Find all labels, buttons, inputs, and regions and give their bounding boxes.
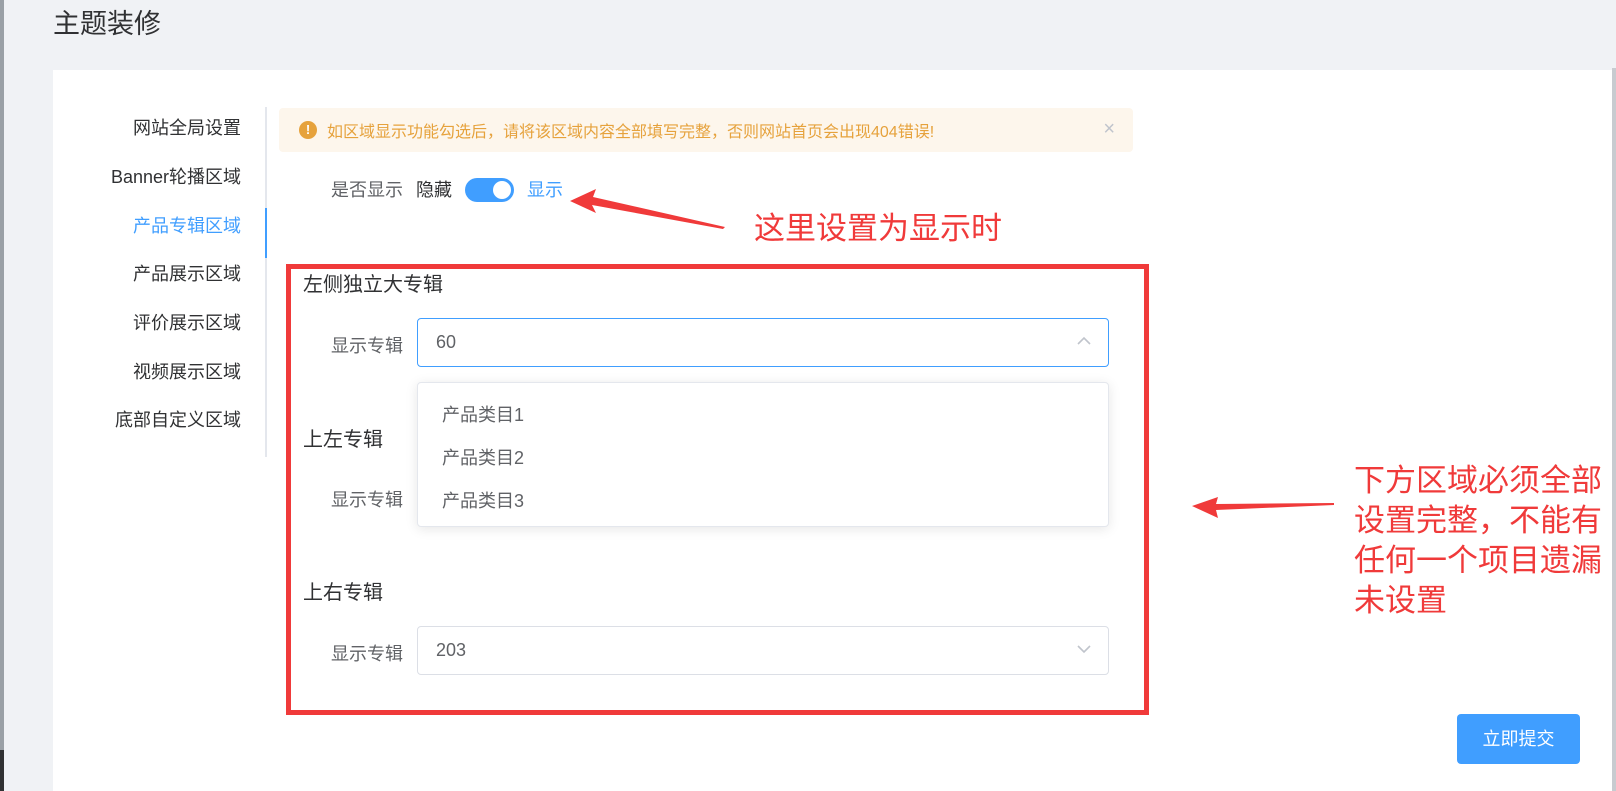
switch-on-text[interactable]: 显示 bbox=[527, 176, 563, 202]
field-label-album-3: 显示专辑 bbox=[331, 644, 403, 664]
sidebar-nav: 网站全局设置 Banner轮播区域 产品专辑区域 产品展示区域 评价展示区域 视… bbox=[53, 107, 267, 457]
field-label-album-2: 显示专辑 bbox=[331, 490, 403, 510]
chevron-up-icon bbox=[1077, 336, 1091, 345]
annotation-top-text: 这里设置为显示时 bbox=[754, 211, 1002, 246]
section-title-top-left-album: 上左专辑 bbox=[303, 429, 383, 451]
switch-off-text[interactable]: 隐藏 bbox=[416, 176, 452, 202]
sidebar-item-global-settings[interactable]: 网站全局设置 bbox=[133, 103, 241, 153]
dropdown-option[interactable]: 产品类目3 bbox=[442, 487, 524, 513]
album-select-3[interactable]: 203 bbox=[417, 626, 1109, 675]
dropdown-option[interactable]: 产品类目1 bbox=[442, 401, 524, 427]
warning-alert: ! 如区域显示功能勾选后，请将该区域内容全部填写完整，否则网站首页会出现404错… bbox=[279, 108, 1133, 152]
page-title: 主题装修 bbox=[53, 9, 161, 39]
sidebar-item-product-album[interactable]: 产品专辑区域 bbox=[133, 201, 241, 251]
sidebar-item-banner[interactable]: Banner轮播区域 bbox=[111, 152, 241, 202]
section-title-top-right-album: 上右专辑 bbox=[303, 582, 383, 604]
sidebar-item-reviews[interactable]: 评价展示区域 bbox=[133, 298, 241, 348]
annotation-arrow-right bbox=[1192, 497, 1334, 518]
annotation-right-line-1: 下方区域必须全部 bbox=[1354, 463, 1602, 498]
window-left-edge-dark bbox=[0, 750, 4, 791]
display-toggle[interactable] bbox=[465, 178, 514, 202]
warning-icon: ! bbox=[299, 121, 317, 139]
dropdown-option[interactable]: 产品类目2 bbox=[442, 444, 524, 470]
sidebar-item-product-display[interactable]: 产品展示区域 bbox=[133, 249, 241, 299]
display-switch-label: 是否显示 bbox=[331, 180, 403, 200]
annotation-right-line-4: 未设置 bbox=[1354, 583, 1447, 618]
sidebar-active-indicator bbox=[265, 208, 267, 258]
field-label-album-1: 显示专辑 bbox=[331, 336, 403, 356]
sidebar-item-footer[interactable]: 底部自定义区域 bbox=[115, 395, 241, 445]
submit-button[interactable]: 立即提交 bbox=[1457, 714, 1580, 764]
window-left-edge bbox=[0, 0, 4, 791]
scrollbar[interactable] bbox=[1612, 68, 1616, 791]
alert-message: 如区域显示功能勾选后，请将该区域内容全部填写完整，否则网站首页会出现404错误! bbox=[327, 124, 935, 141]
sidebar-item-videos[interactable]: 视频展示区域 bbox=[133, 347, 241, 397]
select-value: 60 bbox=[436, 332, 457, 352]
album-select-1[interactable]: 60 bbox=[417, 318, 1109, 367]
toggle-knob bbox=[493, 181, 511, 199]
chevron-down-icon bbox=[1077, 645, 1091, 654]
annotation-right-line-3: 任何一个项目遗漏 bbox=[1354, 543, 1602, 578]
section-title-left-album: 左侧独立大专辑 bbox=[303, 274, 443, 296]
select-value: 203 bbox=[436, 640, 467, 660]
annotation-arrow-top bbox=[570, 189, 725, 229]
annotation-right-line-2: 设置完整，不能有 bbox=[1354, 503, 1602, 538]
album-dropdown-menu: 产品类目1 产品类目2 产品类目3 bbox=[417, 382, 1109, 527]
close-icon[interactable]: × bbox=[1103, 118, 1115, 141]
